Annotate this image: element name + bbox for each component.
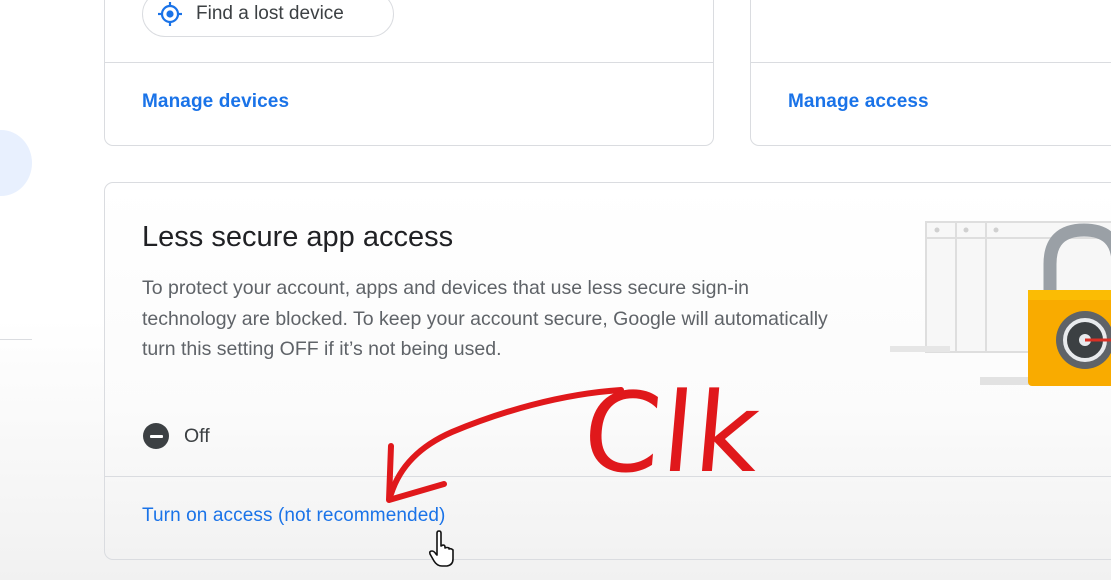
card-description: To protect your account, apps and device… xyxy=(142,277,828,360)
access-status: Off xyxy=(143,423,210,449)
devices-card: Find a lost device Manage devices xyxy=(104,0,714,146)
sidebar-highlight xyxy=(0,130,32,196)
card-divider xyxy=(751,62,1111,63)
manage-access-link[interactable]: Manage access xyxy=(788,91,929,113)
card-title: Less secure app access xyxy=(142,221,454,253)
turn-on-access-link[interactable]: Turn on access (not recommended) xyxy=(142,505,445,527)
manage-devices-link[interactable]: Manage devices xyxy=(142,91,289,113)
find-lost-device-button[interactable]: Find a lost device xyxy=(142,0,394,37)
third-party-access-card: Manage access xyxy=(750,0,1111,146)
status-label: Off xyxy=(184,424,210,447)
sidebar-divider xyxy=(0,339,32,340)
padlock-browser-illustration xyxy=(880,212,1111,400)
hand-pointer-icon xyxy=(428,530,454,567)
annotation-text: Clk xyxy=(578,369,767,497)
card-divider xyxy=(105,62,713,63)
find-lost-device-label: Find a lost device xyxy=(196,3,344,24)
minus-circle-icon xyxy=(143,423,169,449)
location-target-icon xyxy=(157,1,183,27)
